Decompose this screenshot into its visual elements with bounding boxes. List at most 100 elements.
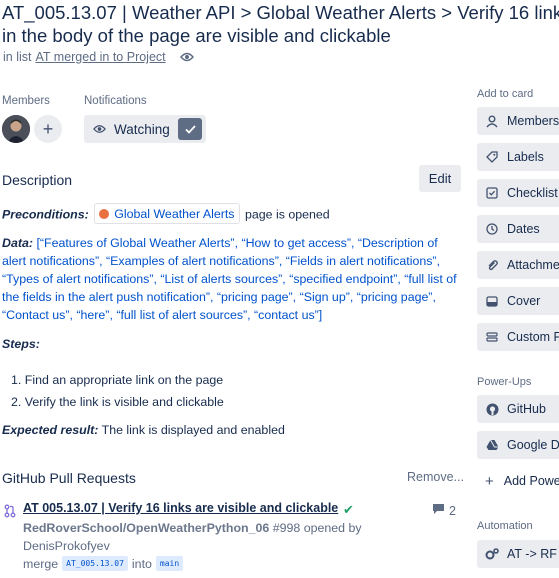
sidebar-dates-label: Dates <box>507 222 540 236</box>
plus-icon: + <box>485 472 494 490</box>
list-item: 2. Verify the link is visible and clicka… <box>11 395 224 409</box>
github-icon <box>485 402 499 416</box>
sidebar-automation-label: AT -> RF <box>507 547 557 561</box>
data-list: [“Features of Global Weather Alerts”, “H… <box>2 236 457 322</box>
steps-label: Steps: <box>2 337 40 351</box>
sidebar-checklist-button[interactable]: Checklist <box>477 179 559 207</box>
data-paragraph: Data: [“Features of Global Weather Alert… <box>2 234 457 324</box>
list-name-link[interactable]: AT merged in to Project <box>35 50 165 64</box>
add-powerups-button[interactable]: + Add Powe <box>477 467 559 495</box>
into-word: into <box>131 556 152 571</box>
data-item-link[interactable]: “Types of alert notifications” <box>2 272 154 286</box>
data-item-link[interactable]: “How to get access” <box>241 236 351 250</box>
sidebar-automation-button[interactable]: AT -> RF <box>477 540 559 568</box>
list-breadcrumb: in list AT merged in to Project <box>3 50 194 64</box>
in-list-prefix: in list <box>3 50 32 64</box>
preconditions-chip-label: Global Weather Alerts <box>114 206 235 221</box>
member-avatar[interactable] <box>2 115 30 143</box>
sidebar-custom-fields-button[interactable]: Custom F <box>477 323 559 351</box>
merge-word: merge <box>23 556 59 571</box>
comment-icon <box>432 503 445 518</box>
data-item-link[interactable]: “Features of Global Weather Alerts” <box>40 236 235 250</box>
data-item-link[interactable]: “contact us” <box>254 308 319 322</box>
clock-icon <box>485 222 499 236</box>
powerups-label: Power-Ups <box>477 376 532 388</box>
sidebar-google-drive-label: Google D <box>507 438 559 452</box>
preconditions-paragraph: Preconditions: Global Weather Alerts pag… <box>2 203 457 224</box>
pull-request-icon <box>4 504 16 523</box>
data-item-link[interactable]: “specified endpoint” <box>289 272 397 286</box>
members-label: Members <box>2 95 50 107</box>
plus-icon: + <box>42 118 54 139</box>
data-item-link[interactable]: “Examples of alert notifications” <box>106 254 279 268</box>
description-title: Description <box>2 172 73 188</box>
repo-name[interactable]: RedRoverSchool/OpenWeatherPython_06 <box>23 521 269 535</box>
sidebar-labels-button[interactable]: Labels <box>477 143 559 171</box>
card-title-line-1: AT_005.13.07 | Weather API > Global Weat… <box>2 2 559 23</box>
remove-button[interactable]: Remove... <box>407 470 464 484</box>
data-label: Data: <box>2 236 33 250</box>
sidebar-attachment-button[interactable]: Attachment <box>477 251 559 279</box>
preconditions-link-chip[interactable]: Global Weather Alerts <box>94 203 240 224</box>
pr-comments[interactable]: 2 <box>432 503 456 518</box>
data-item-link[interactable]: “Sign up” <box>300 290 350 304</box>
pr-title-link[interactable]: AT 005.13.07 | Verify 16 links are visib… <box>23 501 338 515</box>
add-member-button[interactable]: + <box>34 115 62 143</box>
sidebar-github-label: GitHub <box>507 402 546 416</box>
automation-label: Automation <box>477 520 533 532</box>
data-item-link[interactable]: “Contact us” <box>2 308 69 322</box>
edit-description-button[interactable]: Edit <box>419 165 461 192</box>
expected-label: Expected result: <box>2 423 99 437</box>
data-item-link[interactable]: “full list of alert sources” <box>116 308 247 322</box>
list-item: 1. Find an appropriate link on the page <box>11 373 224 387</box>
google-drive-icon <box>485 438 499 452</box>
expected-text: The link is displayed and enabled <box>101 423 285 437</box>
sidebar-custom-fields-label: Custom F <box>507 330 559 344</box>
favicon-icon <box>99 208 110 219</box>
sidebar-attachment-label: Attachment <box>507 258 559 272</box>
notifications-label: Notifications <box>84 95 147 107</box>
watching-eye-icon <box>179 52 194 62</box>
data-items: “Features of Global Weather Alerts”, “Ho… <box>2 236 457 322</box>
sidebar-cover-label: Cover <box>507 294 541 308</box>
pr-author: DenisProkofyev <box>23 539 110 553</box>
sidebar-labels-label: Labels <box>507 150 544 164</box>
cover-icon <box>485 294 499 308</box>
sidebar-cover-button[interactable]: Cover <box>477 287 559 315</box>
add-powerups-label: Add Powe <box>503 474 559 488</box>
sidebar-members-label: Members <box>507 114 559 128</box>
data-item-link[interactable]: “pricing page” <box>357 290 433 304</box>
card-title[interactable]: AT_005.13.07 | Weather API > Global Weat… <box>2 1 559 47</box>
paperclip-icon <box>485 258 499 272</box>
checklist-icon <box>485 186 499 200</box>
checks-passed-icon: ✔ <box>343 502 354 517</box>
comment-count: 2 <box>449 503 456 518</box>
tag-icon <box>485 150 499 164</box>
sidebar-checklist-label: Checklist <box>507 186 558 200</box>
github-prs-title: GitHub Pull Requests <box>2 470 136 486</box>
expected-result-paragraph: Expected result: The link is displayed a… <box>2 421 457 439</box>
sidebar-github-button[interactable]: GitHub <box>477 395 559 423</box>
gears-icon <box>485 547 499 561</box>
pr-number: #998 opened by <box>272 521 362 535</box>
pr-meta: RedRoverSchool/OpenWeatherPython_06 #998… <box>23 519 403 555</box>
pr-merge-info: merge AT_005.13.07 into main <box>23 556 184 571</box>
person-icon <box>485 114 499 128</box>
sidebar-members-button[interactable]: Members <box>477 107 559 135</box>
branch-to-badge: main <box>155 556 184 571</box>
preconditions-suffix: page is opened <box>244 207 330 222</box>
watching-check-icon <box>178 118 202 140</box>
data-item-link[interactable]: “List of alerts sources” <box>160 272 282 286</box>
data-item-link[interactable]: “here” <box>76 308 109 322</box>
data-bracket-close: ] <box>318 308 323 322</box>
add-to-card-label: Add to card <box>477 88 534 100</box>
sidebar-dates-button[interactable]: Dates <box>477 215 559 243</box>
watch-button[interactable]: Watching <box>84 115 206 143</box>
data-item-link[interactable]: “pricing page” <box>217 290 293 304</box>
card-title-line-2: in the body of the page are visible and … <box>2 25 391 46</box>
custom-fields-icon <box>485 330 499 344</box>
branch-from-badge: AT_005.13.07 <box>62 556 128 571</box>
watch-button-label: Watching <box>114 121 170 137</box>
sidebar-google-drive-button[interactable]: Google D <box>477 431 559 459</box>
data-item-link[interactable]: “Fields in alert notifications” <box>286 254 437 268</box>
